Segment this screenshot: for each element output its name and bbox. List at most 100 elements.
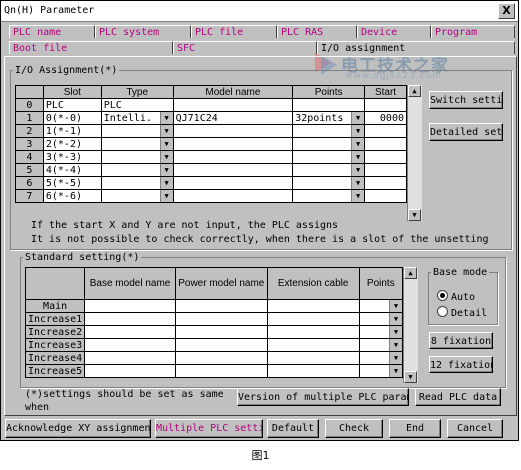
type-select[interactable]: ▼	[100, 124, 174, 138]
tab-boot-file[interactable]: Boot file	[9, 41, 173, 54]
base-mode-detail-radio[interactable]: Detail	[437, 306, 487, 319]
model-name-input[interactable]	[172, 176, 294, 190]
scroll-up-icon[interactable]: ▲	[408, 85, 421, 97]
base-model-input[interactable]	[84, 312, 176, 326]
base-model-input[interactable]	[84, 338, 176, 352]
extension-cable-input[interactable]	[266, 312, 360, 326]
base-model-input[interactable]	[84, 299, 176, 313]
extension-cable-input[interactable]	[266, 338, 360, 352]
chevron-down-icon[interactable]: ▼	[389, 313, 402, 325]
type-select[interactable]: Intelli. ▼	[100, 111, 174, 125]
start-input[interactable]	[364, 176, 407, 190]
type-select[interactable]: PLC	[100, 98, 174, 112]
points-select[interactable]: ▼	[292, 137, 366, 151]
start-input[interactable]	[364, 150, 407, 164]
start-input[interactable]	[364, 189, 407, 203]
cancel-button[interactable]: Cancel	[447, 419, 503, 438]
chevron-down-icon[interactable]: ▼	[389, 365, 402, 377]
chevron-down-icon[interactable]: ▼	[351, 177, 364, 189]
base-model-input[interactable]	[84, 325, 176, 339]
check-button[interactable]: Check	[325, 419, 383, 438]
chevron-down-icon[interactable]: ▼	[351, 190, 364, 202]
start-input[interactable]	[364, 137, 407, 151]
points-select[interactable]: 32points ▼	[292, 111, 366, 125]
chevron-down-icon[interactable]: ▼	[159, 151, 173, 163]
std-scroll-up-icon[interactable]: ▲	[404, 267, 417, 279]
chevron-down-icon[interactable]: ▼	[351, 151, 364, 163]
default-button[interactable]: Default	[267, 419, 319, 438]
chevron-down-icon[interactable]: ▼	[351, 112, 364, 124]
version-multiple-plc-button[interactable]: Version of multiple PLC parameter	[237, 388, 409, 406]
power-model-input[interactable]	[174, 364, 268, 378]
std-points-select[interactable]: ▼	[358, 299, 404, 313]
detailed-setting-button[interactable]: Detailed setting	[429, 123, 503, 141]
tab-plc-system[interactable]: PLC system	[95, 25, 191, 38]
start-input[interactable]	[364, 98, 407, 112]
extension-cable-input[interactable]	[266, 364, 360, 378]
points-select[interactable]: ▼	[292, 163, 366, 177]
model-name-input[interactable]	[172, 137, 294, 151]
scroll-down-icon[interactable]: ▼	[408, 209, 421, 221]
chevron-down-icon[interactable]: ▼	[159, 112, 173, 124]
chevron-down-icon[interactable]: ▼	[159, 138, 173, 150]
chevron-down-icon[interactable]: ▼	[389, 326, 402, 338]
points-select[interactable]: ▼	[292, 176, 366, 190]
type-select[interactable]: ▼	[100, 189, 174, 203]
model-name-input[interactable]	[172, 98, 294, 112]
acknowledge-xy-button[interactable]: Acknowledge XY assignment	[5, 419, 151, 438]
start-input[interactable]: 0000	[364, 111, 407, 125]
chevron-down-icon[interactable]: ▼	[389, 352, 402, 364]
type-select[interactable]: ▼	[100, 150, 174, 164]
extension-cable-input[interactable]	[266, 325, 360, 339]
points-select[interactable]: ▼	[292, 124, 366, 138]
chevron-down-icon[interactable]: ▼	[351, 138, 364, 150]
std-points-select[interactable]: ▼	[358, 325, 404, 339]
chevron-down-icon[interactable]: ▼	[159, 164, 173, 176]
model-name-input[interactable]	[172, 163, 294, 177]
extension-cable-input[interactable]	[266, 299, 360, 313]
tab-plc-name[interactable]: PLC name	[9, 25, 95, 38]
std-points-select[interactable]: ▼	[358, 312, 404, 326]
io-table-scrollbar[interactable]: ▲ ▼	[407, 85, 422, 221]
type-select[interactable]: ▼	[100, 137, 174, 151]
type-select[interactable]: ▼	[100, 176, 174, 190]
std-scroll-down-icon[interactable]: ▼	[404, 371, 417, 383]
close-button[interactable]: X	[498, 3, 515, 19]
chevron-down-icon[interactable]: ▼	[389, 300, 402, 312]
tab-device[interactable]: Device	[357, 25, 431, 38]
switch-setting-button[interactable]: Switch setting	[429, 91, 503, 109]
base-model-input[interactable]	[84, 364, 176, 378]
chevron-down-icon[interactable]: ▼	[351, 164, 364, 176]
tab-plc-ras[interactable]: PLC RAS	[277, 25, 357, 38]
model-name-input[interactable]	[172, 124, 294, 138]
end-button[interactable]: End	[389, 419, 441, 438]
tab-program[interactable]: Program	[431, 25, 515, 38]
model-name-input[interactable]	[172, 189, 294, 203]
points-select[interactable]: ▼	[292, 189, 366, 203]
power-model-input[interactable]	[174, 351, 268, 365]
std-points-select[interactable]: ▼	[358, 364, 404, 378]
power-model-input[interactable]	[174, 338, 268, 352]
chevron-down-icon[interactable]: ▼	[351, 125, 364, 137]
base-mode-auto-radio[interactable]: Auto	[437, 290, 475, 303]
tab-plc-file[interactable]: PLC file	[191, 25, 277, 38]
chevron-down-icon[interactable]: ▼	[389, 339, 402, 351]
start-input[interactable]	[364, 124, 407, 138]
read-plc-data-button[interactable]: Read PLC data	[415, 388, 501, 406]
points-select[interactable]	[292, 98, 366, 112]
fixation-12-button[interactable]: 12 fixation	[429, 356, 493, 373]
power-model-input[interactable]	[174, 325, 268, 339]
type-select[interactable]: ▼	[100, 163, 174, 177]
power-model-input[interactable]	[174, 299, 268, 313]
base-model-input[interactable]	[84, 351, 176, 365]
points-select[interactable]: ▼	[292, 150, 366, 164]
start-input[interactable]	[364, 163, 407, 177]
chevron-down-icon[interactable]: ▼	[159, 177, 173, 189]
std-points-select[interactable]: ▼	[358, 338, 404, 352]
multiple-plc-setting-button[interactable]: Multiple PLC setting	[155, 419, 263, 438]
chevron-down-icon[interactable]: ▼	[159, 190, 173, 202]
extension-cable-input[interactable]	[266, 351, 360, 365]
power-model-input[interactable]	[174, 312, 268, 326]
tab-sfc[interactable]: SFC	[173, 41, 317, 54]
std-points-select[interactable]: ▼	[358, 351, 404, 365]
